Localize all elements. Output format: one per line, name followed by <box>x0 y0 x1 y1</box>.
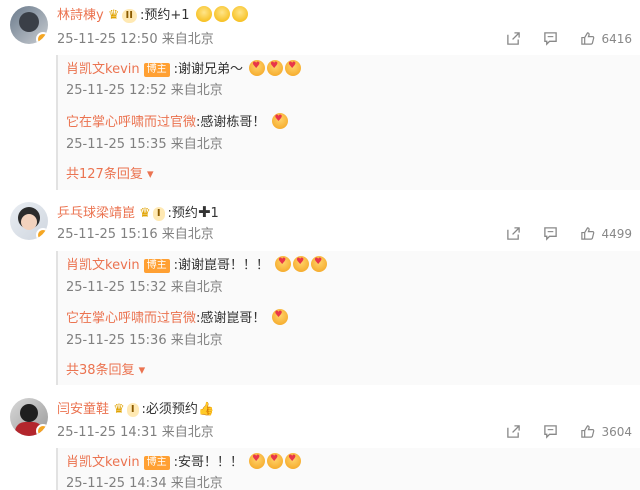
reply-username[interactable]: 肖凯文kevin <box>66 62 140 77</box>
crown-icon: ♛ <box>113 402 125 417</box>
love-emoji-icon <box>267 60 284 76</box>
love-emoji-icon <box>293 256 310 272</box>
thumb-up-icon <box>581 227 595 240</box>
share-button[interactable] <box>506 31 521 46</box>
comment-button[interactable] <box>543 424 558 439</box>
blogger-tag: 博主 <box>143 62 170 77</box>
comment-time: 25-11-25 14:31 来自北京 <box>57 425 214 440</box>
thumbs-up-emoji-icon: 👍 <box>197 402 215 417</box>
like-count: 6416 <box>601 31 632 46</box>
comment-time: 25-11-25 12:50 来自北京 <box>57 32 214 47</box>
reply-username[interactable]: 它在掌心呼啸而过官微 <box>66 311 196 326</box>
comment-item: 林詩棟y ♛ II:预约+1 25-11-25 12:50 来自北京 6416 肖… <box>0 0 640 190</box>
reply-time: 25-11-25 15:32 来自北京 <box>66 280 223 295</box>
comment-button[interactable] <box>543 226 558 241</box>
plus-sign-icon: ✚ <box>197 203 211 221</box>
reply-username[interactable]: 肖凯文kevin <box>66 258 140 273</box>
crown-icon: ♛ <box>139 206 151 221</box>
avatar[interactable] <box>10 202 48 240</box>
blogger-tag: 博主 <box>143 258 170 273</box>
thumb-up-icon <box>581 32 595 45</box>
caret-down-icon: ▾ <box>142 167 154 182</box>
reply-divider <box>56 251 58 385</box>
view-more-replies-link[interactable]: 共127条回复 ▾ <box>66 166 154 184</box>
view-more-replies-link[interactable]: 共38条回复 ▾ <box>66 362 145 380</box>
like-button[interactable]: 6416 <box>580 31 632 46</box>
smile-emoji-icon <box>213 6 230 22</box>
love-emoji-icon <box>285 453 302 469</box>
thumb-up-icon <box>581 425 595 438</box>
more-replies-label: 共38条回复 <box>66 363 135 378</box>
comment-actions: 6416 <box>506 31 632 46</box>
level-badge: I <box>152 206 165 221</box>
verified-badge-icon <box>36 228 48 240</box>
reply-time: 25-11-25 14:34 来自北京 <box>66 476 223 490</box>
comment-actions: 3604 <box>506 424 632 439</box>
comment-username[interactable]: 乒乓球梁靖崑 <box>57 206 135 221</box>
verified-badge-icon <box>36 424 48 436</box>
comment-button[interactable] <box>543 31 558 46</box>
comment-username[interactable]: 林詩棟y <box>57 8 104 23</box>
avatar[interactable] <box>10 398 48 436</box>
like-button[interactable]: 3604 <box>580 424 632 439</box>
like-count: 4499 <box>601 226 632 241</box>
comment-actions: 4499 <box>506 226 632 241</box>
reply-list: 肖凯文kevin博主:安哥！！！ 25-11-25 14:34 来自北京 <box>56 448 640 490</box>
verified-badge-icon <box>36 32 48 44</box>
comment-username[interactable]: 闫安童鞋 <box>57 402 109 417</box>
smile-emoji-icon <box>231 6 248 22</box>
reply-time: 25-11-25 15:35 来自北京 <box>66 137 223 152</box>
love-emoji-icon <box>249 453 266 469</box>
reply-text: :谢谢兄弟～ <box>173 62 243 77</box>
crown-icon: ♛ <box>107 8 120 23</box>
reply-text: :感谢栋哥！ <box>196 115 266 130</box>
comment-text-suffix: 1 <box>210 206 219 221</box>
reply-text: :谢谢崑哥！！！ <box>173 258 269 273</box>
comment-text: :预约 <box>167 206 198 221</box>
reply-list: 肖凯文kevin博主:谢谢崑哥！！！ 25-11-25 15:32 来自北京 它… <box>56 251 640 385</box>
love-emoji-icon <box>271 309 288 325</box>
smile-emoji-icon <box>195 6 212 22</box>
reply-username[interactable]: 肖凯文kevin <box>66 455 140 470</box>
level-badge: II <box>121 8 137 23</box>
comment-item: 乒乓球梁靖崑 ♛ I:预约✚1 25-11-25 15:16 来自北京 4499 … <box>0 195 640 385</box>
share-icon <box>507 227 521 240</box>
comment-text: :必须预约 <box>141 402 198 417</box>
reply-divider <box>56 448 58 490</box>
level-badge: I <box>126 402 139 417</box>
more-replies-label: 共127条回复 <box>66 167 143 182</box>
comment-time: 25-11-25 15:16 来自北京 <box>57 227 214 242</box>
share-icon <box>507 425 521 438</box>
reply-text: :感谢崑哥！ <box>196 311 266 326</box>
reply-list: 肖凯文kevin博主:谢谢兄弟～ 25-11-25 12:52 来自北京 它在掌… <box>56 55 640 190</box>
comment-icon <box>544 227 558 241</box>
share-button[interactable] <box>506 424 521 439</box>
love-emoji-icon <box>275 256 292 272</box>
comment-item: 闫安童鞋 ♛ I:必须预约👍 25-11-25 14:31 来自北京 3604 肖… <box>0 393 640 490</box>
reply-username[interactable]: 它在掌心呼啸而过官微 <box>66 115 196 130</box>
love-emoji-icon <box>249 60 266 76</box>
caret-down-icon: ▾ <box>134 363 146 378</box>
like-button[interactable]: 4499 <box>580 226 632 241</box>
blogger-tag: 博主 <box>143 455 170 470</box>
reply-time: 25-11-25 12:52 来自北京 <box>66 83 223 98</box>
like-count: 3604 <box>601 424 632 439</box>
avatar[interactable] <box>10 6 48 44</box>
share-button[interactable] <box>506 226 521 241</box>
reply-text: :安哥！！！ <box>173 455 243 470</box>
reply-divider <box>56 55 58 190</box>
love-emoji-icon <box>285 60 302 76</box>
comment-icon <box>544 32 558 46</box>
comment-text: :预约+1 <box>139 8 190 23</box>
comment-icon <box>544 425 558 439</box>
love-emoji-icon <box>267 453 284 469</box>
share-icon <box>507 32 521 45</box>
love-emoji-icon <box>271 113 288 129</box>
reply-time: 25-11-25 15:36 来自北京 <box>66 333 223 348</box>
love-emoji-icon <box>311 256 328 272</box>
